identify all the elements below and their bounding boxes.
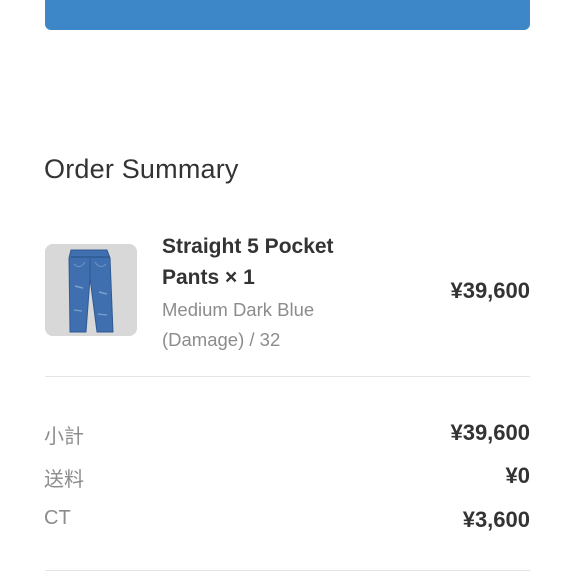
- ct-label: CT: [44, 507, 71, 529]
- product-thumbnail: [45, 244, 137, 336]
- jeans-thumbnail-icon: [45, 244, 137, 336]
- subtotal-value: ¥39,600: [450, 420, 530, 445]
- primary-action-button[interactable]: [45, 0, 530, 30]
- shipping-value: ¥0: [505, 463, 530, 488]
- ct-value: ¥3,600: [462, 507, 530, 532]
- checkout-page: Order Summary Straight 5 Pocket Pants × …: [0, 0, 577, 577]
- divider: [45, 376, 530, 377]
- subtotal-label: 小計: [44, 426, 84, 448]
- item-variant-line2: (Damage) / 32: [162, 329, 281, 350]
- divider-bottom: [45, 570, 530, 571]
- shipping-label: 送料: [44, 469, 84, 491]
- item-variant: Medium Dark Blue (Damage) / 32: [162, 295, 392, 355]
- order-summary-title: Order Summary: [44, 154, 239, 184]
- item-price: ¥39,600: [450, 278, 530, 303]
- item-name-line2: Pants × 1: [162, 266, 255, 289]
- item-name: Straight 5 Pocket Pants × 1: [162, 231, 392, 293]
- item-variant-line1: Medium Dark Blue: [162, 299, 315, 320]
- item-name-line1: Straight 5 Pocket: [162, 235, 334, 258]
